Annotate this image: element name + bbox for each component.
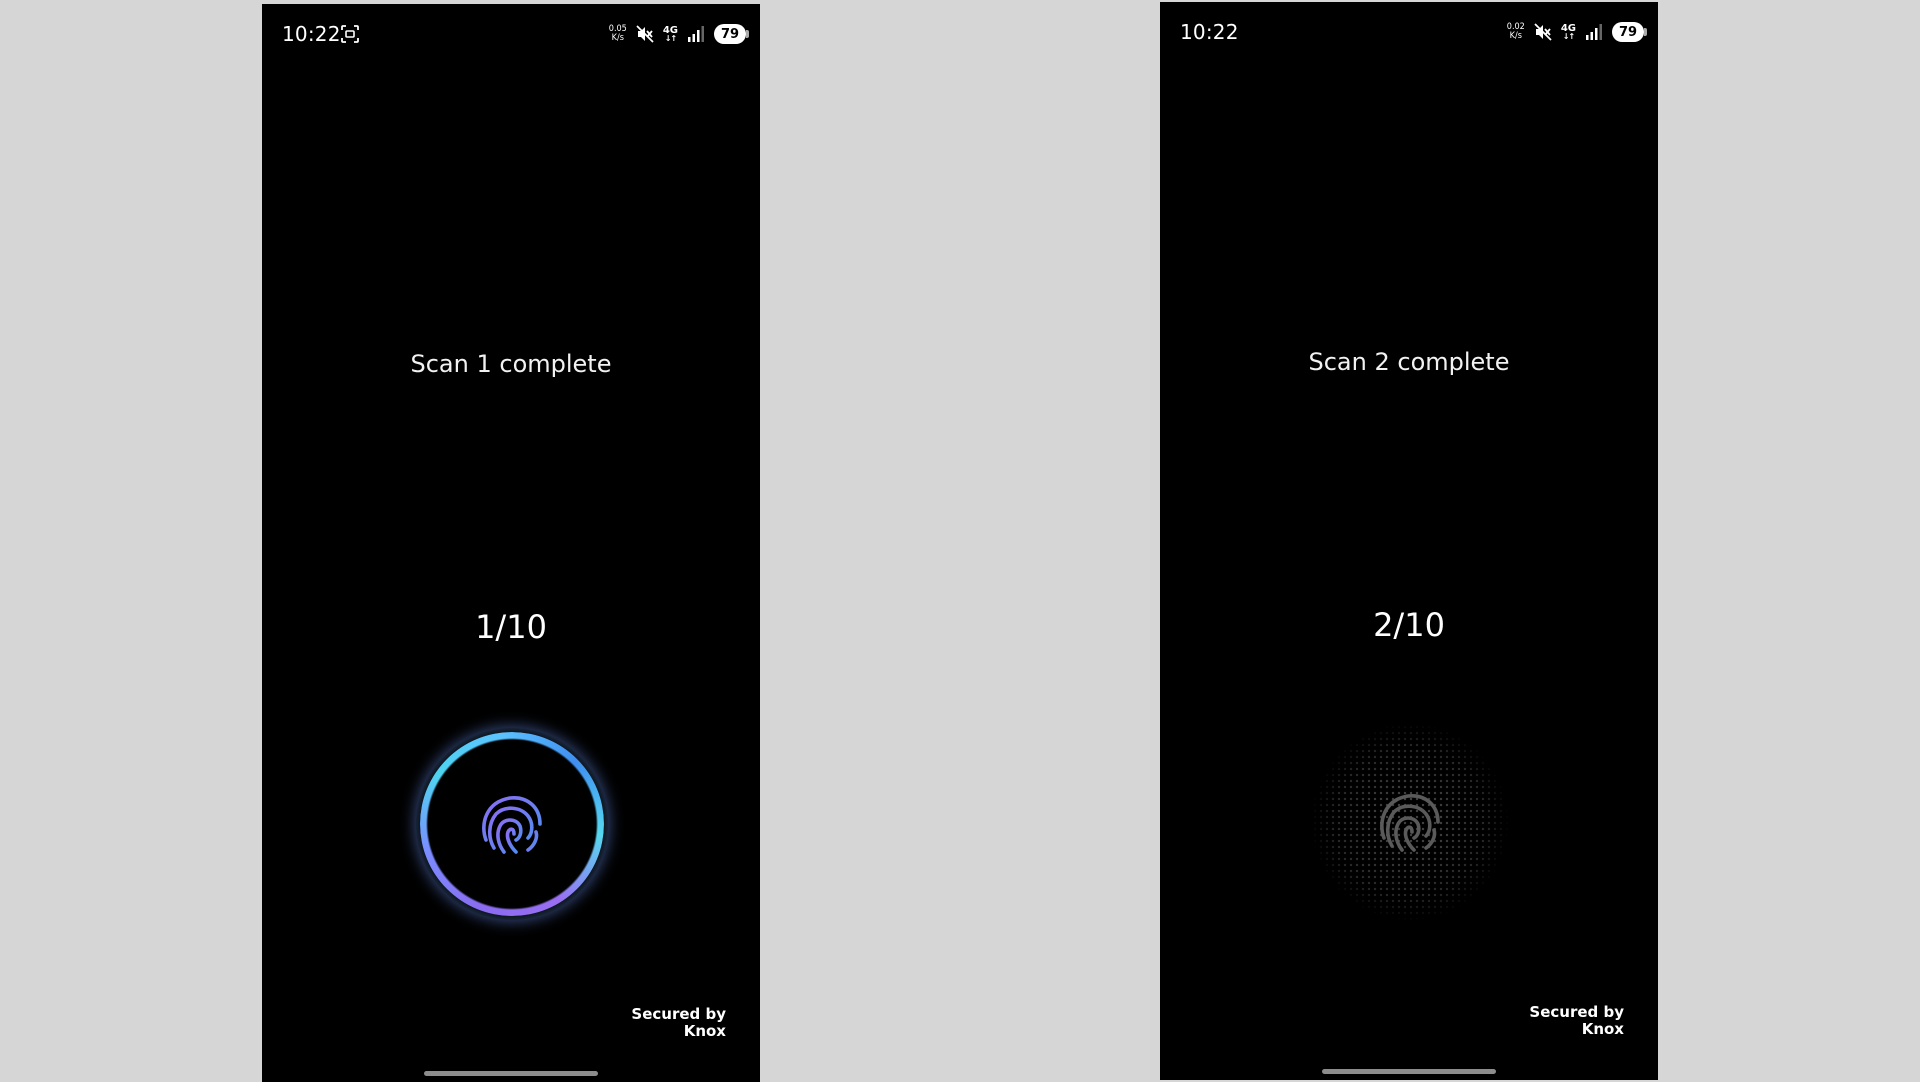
status-bar: 10:22 0.02 K/s 4G ↓↑ 79 xyxy=(1160,2,1658,58)
fingerprint-icon xyxy=(482,796,542,854)
secured-by-knox-label: Secured by Knox xyxy=(631,1006,726,1040)
fingerprint-sensor-area[interactable] xyxy=(1312,724,1508,920)
mute-icon xyxy=(1534,23,1552,41)
scan-status-message: Scan 1 complete xyxy=(410,350,612,378)
mute-icon xyxy=(636,25,654,43)
data-arrows-icon: ↓↑ xyxy=(1562,31,1575,41)
status-icons: 0.02 K/s 4G ↓↑ 79 xyxy=(1507,20,1647,44)
network-speed: 0.02 K/s xyxy=(1507,23,1525,41)
scan-progress-counter: 2/10 xyxy=(1373,606,1445,644)
signal-bars-icon xyxy=(1586,24,1602,40)
status-time: 10:22 xyxy=(282,22,341,46)
phone-screen-scan-2: 10:22 0.02 K/s 4G ↓↑ 79 Scan 2 complete … xyxy=(1160,2,1658,1080)
battery-level: 79 xyxy=(720,26,740,42)
home-indicator-bar[interactable] xyxy=(1322,1069,1496,1074)
data-arrows-icon: ↓↑ xyxy=(664,33,677,43)
network-type-indicator: 4G ↓↑ xyxy=(663,25,678,43)
network-speed-unit: K/s xyxy=(1509,31,1522,41)
network-speed: 0.05 K/s xyxy=(609,25,627,43)
scan-progress-counter: 1/10 xyxy=(475,608,547,646)
battery-indicator: 79 xyxy=(714,24,749,44)
scan-status-message: Scan 2 complete xyxy=(1308,348,1510,376)
signal-bars-icon xyxy=(688,26,704,42)
phone-screen-scan-1: 10:22 0.05 K/s 4G ↓↑ 79 Scan 1 complete … xyxy=(262,4,760,1082)
fingerprint-icon xyxy=(1380,794,1440,852)
knox-line-2: Knox xyxy=(683,1022,726,1040)
status-bar: 10:22 0.05 K/s 4G ↓↑ 79 xyxy=(262,4,760,60)
fingerprint-sensor-area[interactable] xyxy=(420,732,604,916)
screenshot-icon xyxy=(341,25,359,43)
secured-by-knox-label: Secured by Knox xyxy=(1529,1004,1624,1038)
battery-indicator: 79 xyxy=(1612,22,1647,42)
knox-line-1: Secured by xyxy=(1529,1003,1624,1021)
knox-line-1: Secured by xyxy=(631,1005,726,1023)
network-speed-unit: K/s xyxy=(611,33,624,43)
status-time: 10:22 xyxy=(1180,20,1239,44)
network-type-indicator: 4G ↓↑ xyxy=(1561,23,1576,41)
battery-level: 79 xyxy=(1618,24,1638,40)
status-icons: 0.05 K/s 4G ↓↑ 79 xyxy=(609,22,749,46)
home-indicator-bar[interactable] xyxy=(424,1071,598,1076)
knox-line-2: Knox xyxy=(1581,1020,1624,1038)
